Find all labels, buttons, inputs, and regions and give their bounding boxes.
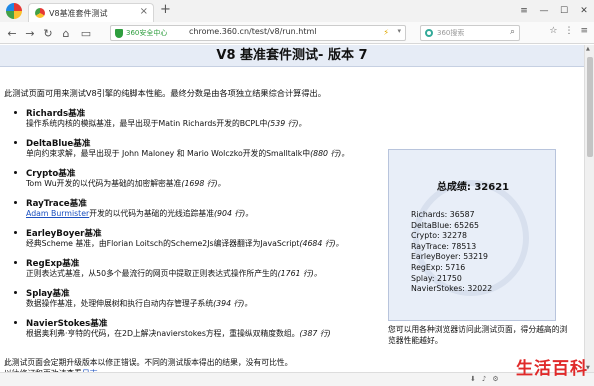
back-button[interactable]: ←	[4, 25, 20, 41]
lightning-icon[interactable]: ⚡	[383, 28, 389, 37]
benchmark-desc: 数据操作基准，处理伸展树和执行自动内存管理子系统(394 行)。	[26, 299, 253, 308]
page-title: V8 基准套件测试- 版本 7	[216, 48, 368, 63]
minimize-icon[interactable]: —	[534, 0, 554, 22]
score-regexp: RegExp: 5716	[411, 262, 466, 272]
browser-note: 您可以用各种浏览器访问此测试页面，得分越高的浏览器性能越好。	[388, 325, 568, 345]
benchmark-desc: Tom Wu开发的以代码为基础的加密解密基准(1698 行)。	[26, 179, 226, 188]
sidebar-toggle-icon[interactable]: ▭	[78, 25, 94, 41]
watermark-text: 生活百科	[516, 359, 588, 379]
score-splay: Splay: 21750	[411, 273, 462, 283]
search-input[interactable]: 360搜索 ⌕	[420, 25, 520, 41]
favorite-icon[interactable]: ☆	[549, 26, 557, 36]
browser-toolbar: ← → ↻ ⌂ ▭ 360安全中心 chrome.360.cn/test/v8/…	[0, 22, 594, 44]
page-content: V8 基准套件测试- 版本 7 此测试页面可用来测试V8引擎的纯脚本性能。最终分…	[0, 45, 584, 378]
score-crypto: Crypto: 32278	[411, 231, 467, 241]
benchmark-desc: 操作系统内核的模拟基准，最早出现于Matin Richards开发的BCPL中(…	[26, 119, 307, 128]
score-raytrace: RayTrace: 78513	[411, 241, 477, 251]
title-bar: V8基准套件测试 × + ≡ — ☐ ✕	[0, 0, 594, 22]
reload-button[interactable]: ↻	[40, 25, 56, 41]
bullet	[14, 141, 17, 144]
tab-favicon-icon	[35, 8, 45, 18]
benchmark-desc: 根据奥利弗·亨特的代码，在2D上解决navierstokes方程，重操纵双精度数…	[26, 329, 331, 338]
total-score: 总成绩: 32621	[436, 182, 510, 193]
vertical-scrollbar[interactable]: ▲ ▼	[584, 45, 594, 372]
window-controls: ≡ — ☐ ✕	[514, 0, 594, 22]
chevron-down-icon[interactable]: ▾	[397, 27, 401, 35]
menu-icon[interactable]: ≡	[514, 0, 534, 22]
maximize-icon[interactable]: ☐	[554, 0, 574, 22]
bullet	[14, 261, 17, 264]
site-watermark: 生活百科	[500, 354, 588, 382]
status-sound-icon[interactable]: ♪	[482, 375, 486, 383]
score-earleyboyer: EarleyBoyer: 53219	[411, 252, 488, 262]
score-navierstokes: NavierStokes: 32022	[411, 284, 493, 294]
scroll-up-icon[interactable]: ▲	[586, 46, 590, 52]
score-richards: Richards: 36587	[411, 210, 475, 219]
bullet	[14, 291, 17, 294]
close-window-icon[interactable]: ✕	[574, 0, 594, 22]
benchmark-desc: Adam Burmister开发的以代码为基础的光线追踪基准(904 行)。	[26, 209, 254, 218]
browser-logo-icon[interactable]	[6, 3, 22, 19]
shield-icon	[115, 29, 123, 38]
status-settings-icon[interactable]: ⚙	[492, 375, 498, 383]
bullet	[14, 111, 17, 114]
author-link[interactable]: Adam Burmister	[26, 209, 89, 218]
status-download-icon[interactable]: ⬇	[470, 375, 476, 383]
bullet	[14, 231, 17, 234]
security-label: 360安全中心	[126, 29, 168, 37]
score-list: Richards: 36587 DeltaBlue: 65265 Crypto:…	[411, 210, 492, 295]
bullet	[14, 171, 17, 174]
status-icons: ⬇ ♪ ⚙	[470, 375, 499, 383]
version-note: 此测试页面会定期升级版本以修正错误。不同的测试版本得出的结果，没有可比性。	[4, 358, 293, 367]
search-engine-icon	[425, 29, 433, 37]
tab-title: V8基准套件测试	[49, 9, 108, 18]
forward-button[interactable]: →	[22, 25, 38, 41]
search-icon[interactable]: ⌕	[510, 27, 515, 37]
toolbar-right: ☆ ⋮ ≡	[549, 26, 588, 36]
score-deltablue: DeltaBlue: 65265	[411, 220, 479, 230]
home-button[interactable]: ⌂	[58, 25, 74, 41]
scroll-thumb[interactable]	[587, 57, 593, 157]
score-panel: 总成绩: 32621 Richards: 36587 DeltaBlue: 65…	[388, 149, 556, 321]
browser-menu-icon[interactable]: ≡	[580, 26, 588, 36]
intro-text: 此测试页面可用来测试V8引擎的纯脚本性能。最终分数是由各项独立结果综合计算得出。	[4, 88, 326, 98]
search-placeholder: 360搜索	[437, 29, 465, 37]
benchmark-desc: 正则表达式基准，从50多个最流行的网页中提取正则表达式操作所产生的(1761 行…	[26, 269, 322, 278]
bullet	[14, 321, 17, 324]
new-tab-button[interactable]: +	[160, 3, 171, 17]
bullet	[14, 201, 17, 204]
benchmark-desc: 经典Scheme 基准，由Florian Loitsch的Scheme2Js编译…	[26, 239, 344, 248]
benchmark-desc: 单向约束求解，最早出现于 John Maloney 和 Mario Wolczk…	[26, 149, 350, 158]
url-text[interactable]: chrome.360.cn/test/v8/run.html	[189, 27, 316, 36]
close-tab-icon[interactable]: ×	[140, 6, 148, 17]
address-bar[interactable]: 360安全中心 chrome.360.cn/test/v8/run.html ⚡…	[110, 25, 406, 41]
page-header: V8 基准套件测试- 版本 7	[0, 45, 584, 67]
more-icon[interactable]: ⋮	[564, 26, 573, 36]
tab-v8-benchmark[interactable]: V8基准套件测试 ×	[28, 3, 154, 22]
